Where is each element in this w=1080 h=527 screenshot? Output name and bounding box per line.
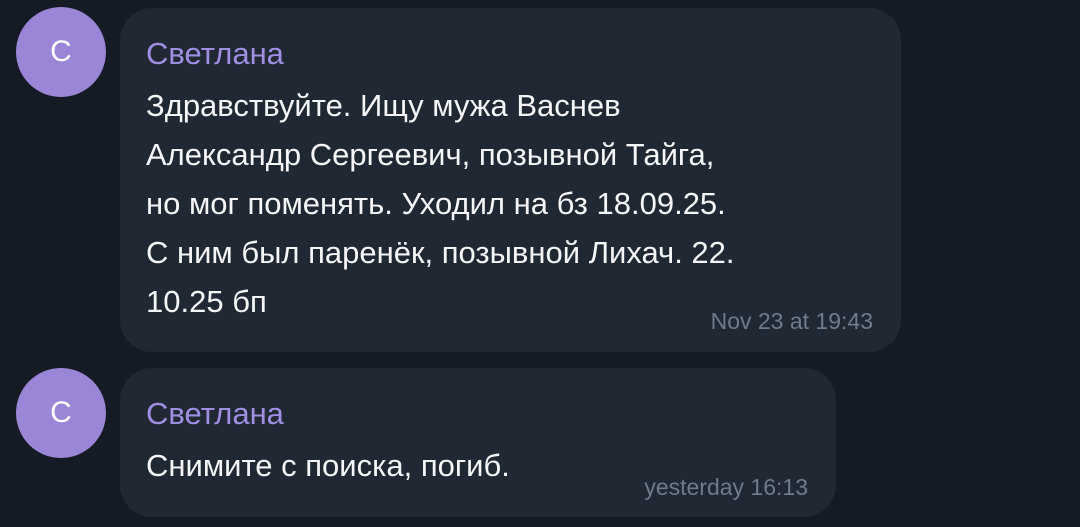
message-bubble[interactable]: Светлана Снимите с поиска, погиб. yester… bbox=[120, 368, 836, 517]
message-timestamp: Nov 23 at 19:43 bbox=[710, 308, 873, 334]
message-bubble[interactable]: Светлана Здравствуйте. Ищу мужа Васнев А… bbox=[120, 8, 901, 352]
message-line: С ним был паренёк, позывной Лихач. 22. bbox=[146, 235, 735, 270]
sender-name[interactable]: Светлана bbox=[146, 398, 284, 429]
avatar[interactable]: С bbox=[16, 7, 106, 97]
message-line: Снимите с поиска, погиб. bbox=[146, 448, 510, 483]
message-text: Снимите с поиска, погиб. bbox=[146, 441, 510, 490]
message-timestamp: yesterday 16:13 bbox=[644, 474, 808, 500]
message-line: но мог поменять. Уходил на бз 18.09.25. bbox=[146, 186, 726, 221]
message-line: 10.25 бп bbox=[146, 284, 267, 319]
avatar[interactable]: С bbox=[16, 368, 106, 458]
chat-screen: { "messages": [ { "avatar_letter": "С", … bbox=[0, 0, 1080, 527]
message-line: Здравствуйте. Ищу мужа Васнев bbox=[146, 88, 621, 123]
message-text: Здравствуйте. Ищу мужа Васнев Александр … bbox=[146, 81, 735, 326]
message-line: Александр Сергеевич, позывной Тайга, bbox=[146, 137, 715, 172]
sender-name[interactable]: Светлана bbox=[146, 38, 284, 69]
